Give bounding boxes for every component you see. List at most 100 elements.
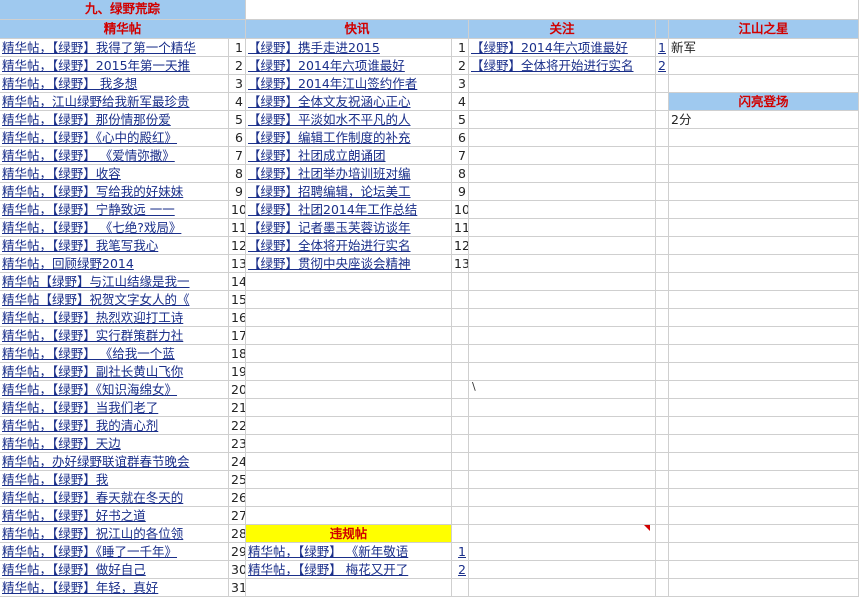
attention-number-link[interactable]: 1 — [658, 40, 666, 55]
essence-post-link[interactable]: 精华帖，【绿野】做好自己 — [2, 562, 146, 577]
essence-post-link[interactable]: 精华帖，【绿野】我得了第一个精华 — [2, 40, 196, 55]
attention-number — [656, 111, 669, 129]
essence-post-cell: 精华帖，【绿野】我笔写我心 — [0, 237, 229, 255]
essence-post-link[interactable]: 精华帖，【绿野】2015年第一天推 — [2, 58, 190, 73]
news-number — [452, 309, 469, 327]
attention-cell — [469, 327, 656, 345]
news-link[interactable]: 【绿野】2014年江山签约作者 — [248, 76, 417, 91]
side-cell — [669, 381, 859, 399]
violation-link[interactable]: 精华帖，【绿野】 梅花又开了 — [248, 562, 408, 577]
essence-post-number: 22 — [229, 417, 246, 435]
attention-number — [656, 579, 669, 597]
essence-post-cell: 精华帖，【绿野】 《七绝?戏局》 — [0, 219, 229, 237]
news-link[interactable]: 【绿野】2014年六项谁最好 — [248, 58, 405, 73]
attention-cell: 【绿野】全体将开始进行实名 — [469, 57, 656, 75]
side-cell — [669, 237, 859, 255]
essence-post-link[interactable]: 精华帖，【绿野】副社长黄山飞你 — [2, 364, 183, 379]
essence-post-link[interactable]: 精华帖，【绿野】天边 — [2, 436, 121, 451]
attention-cell — [469, 543, 656, 561]
essence-post-link[interactable]: 精华帖，【绿野】我 — [2, 472, 108, 487]
essence-post-link[interactable]: 精华帖，【绿野】那份情那份爱 — [2, 112, 171, 127]
news-cell: 【绿野】携手走进2015 — [246, 39, 452, 57]
attention-number — [656, 309, 669, 327]
essence-post-cell: 精华帖【绿野】与江山结缘是我一 — [0, 273, 229, 291]
news-link[interactable]: 【绿野】记者墨玉芙蓉访谈年 — [248, 220, 411, 235]
attention-cell — [469, 471, 656, 489]
essence-post-link[interactable]: 精华帖，江山绿野给我新军最珍贵 — [2, 94, 190, 109]
attention-cell — [469, 507, 656, 525]
attention-link[interactable]: 【绿野】全体将开始进行实名 — [471, 58, 634, 73]
essence-post-link[interactable]: 精华帖，【绿野】我笔写我心 — [2, 238, 158, 253]
essence-post-link[interactable]: 精华帖，【绿野】当我们老了 — [2, 400, 158, 415]
violation-number-link[interactable]: 1 — [458, 544, 466, 559]
news-link[interactable]: 【绿野】社团2014年工作总结 — [248, 202, 417, 217]
essence-post-number: 13 — [229, 255, 246, 273]
attention-number-link[interactable]: 2 — [658, 58, 666, 73]
essence-post-number: 26 — [229, 489, 246, 507]
news-number — [452, 273, 469, 291]
essence-post-link[interactable]: 精华帖，【绿野】我的清心剂 — [2, 418, 158, 433]
news-number — [452, 489, 469, 507]
news-cell — [246, 327, 452, 345]
news-link[interactable]: 【绿野】招聘编辑，论坛美工 — [248, 184, 411, 199]
essence-post-link[interactable]: 精华帖，【绿野】热烈欢迎打工诗 — [2, 310, 183, 325]
violation-cell: 精华帖，【绿野】 《新年敬语 — [246, 543, 452, 561]
news-link[interactable]: 【绿野】编辑工作制度的补充 — [248, 130, 411, 145]
essence-post-link[interactable]: 精华帖，【绿野】年轻，真好 — [2, 580, 158, 595]
essence-post-link[interactable]: 精华帖，【绿野】《知识海绵女》 — [2, 382, 177, 397]
shine-cell: 2分 — [669, 111, 859, 129]
essence-post-number: 15 — [229, 291, 246, 309]
news-link[interactable]: 【绿野】平淡如水不平凡的人 — [248, 112, 411, 127]
news-cell — [246, 471, 452, 489]
attention-link[interactable]: 【绿野】2014年六项谁最好 — [471, 40, 628, 55]
news-number — [452, 435, 469, 453]
news-link[interactable]: 【绿野】携手走进2015 — [248, 40, 380, 55]
essence-post-link[interactable]: 精华帖，【绿野】春天就在冬天的 — [2, 490, 183, 505]
essence-post-link[interactable]: 精华帖，【绿野】好书之道 — [2, 508, 146, 523]
news-link[interactable]: 【绿野】社团举办培训班对编 — [248, 166, 411, 181]
essence-post-link[interactable]: 精华帖，回顾绿野2014 — [2, 256, 134, 271]
essence-post-link[interactable]: 精华帖，【绿野】 《爱情弥撒》 — [2, 148, 175, 163]
attention-cell — [469, 363, 656, 381]
side-cell — [669, 201, 859, 219]
essence-post-number: 6 — [229, 129, 246, 147]
side-cell — [669, 543, 859, 561]
attention-cell — [469, 93, 656, 111]
essence-post-link[interactable]: 精华帖，【绿野】 《给我一个蓝 — [2, 346, 175, 361]
news-link[interactable]: 【绿野】全体将开始进行实名 — [248, 238, 411, 253]
violation-link[interactable]: 精华帖，【绿野】 《新年敬语 — [248, 544, 408, 559]
news-number: 6 — [452, 129, 469, 147]
essence-post-link[interactable]: 精华帖，【绿野】收容 — [2, 166, 121, 181]
essence-post-link[interactable]: 精华帖，【绿野】祝江山的各位领 — [2, 526, 183, 541]
news-link[interactable]: 【绿野】贯彻中央座谈会精神 — [248, 256, 411, 271]
side-cell — [669, 147, 859, 165]
essence-post-link[interactable]: 精华帖，【绿野】宁静致远 一一 — [2, 202, 175, 217]
essence-post-link[interactable]: 精华帖，【绿野】 《七绝?戏局》 — [2, 220, 181, 235]
essence-post-number: 2 — [229, 57, 246, 75]
header-essence: 精华帖 — [0, 20, 246, 39]
essence-post-link[interactable]: 精华帖，【绿野】 我多想 — [2, 76, 137, 91]
essence-post-link[interactable]: 精华帖【绿野】与江山结缘是我一 — [2, 274, 190, 289]
header-attention: 关注 — [469, 20, 656, 39]
news-cell — [246, 399, 452, 417]
essence-post-number: 30 — [229, 561, 246, 579]
news-cell: 【绿野】记者墨玉芙蓉访谈年 — [246, 219, 452, 237]
essence-post-link[interactable]: 精华帖，办好绿野联谊群春节晚会 — [2, 454, 190, 469]
news-link[interactable]: 【绿野】全体文友祝涵心正心 — [248, 94, 411, 109]
news-number: 10 — [452, 201, 469, 219]
essence-post-link[interactable]: 精华帖，【绿野】实行群策群力社 — [2, 328, 183, 343]
news-cell: 【绿野】平淡如水不平凡的人 — [246, 111, 452, 129]
essence-post-link[interactable]: 精华帖，【绿野】《睡了一千年》 — [2, 544, 177, 559]
violation-number-link[interactable]: 2 — [458, 562, 466, 577]
essence-post-link[interactable]: 精华帖【绿野】祝贺文字女人的《 — [2, 292, 190, 307]
attention-cell — [469, 453, 656, 471]
essence-post-number: 1 — [229, 39, 246, 57]
header-violation: 违规帖 — [246, 525, 452, 543]
attention-number — [656, 75, 669, 93]
essence-post-link[interactable]: 精华帖，【绿野】《心中的殿红》 — [2, 130, 177, 145]
news-number: 2 — [452, 57, 469, 75]
news-cell — [246, 273, 452, 291]
essence-post-link[interactable]: 精华帖，【绿野】写给我的好妹妹 — [2, 184, 183, 199]
essence-post-number: 28 — [229, 525, 246, 543]
news-link[interactable]: 【绿野】社团成立朗诵团 — [248, 148, 386, 163]
